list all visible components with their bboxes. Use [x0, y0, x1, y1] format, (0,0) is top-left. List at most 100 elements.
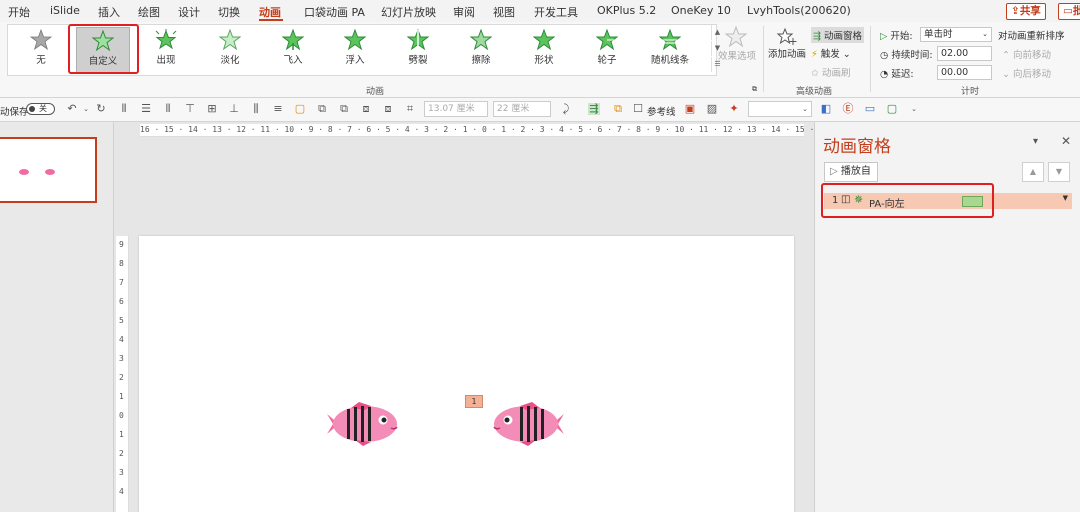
width-field[interactable]: 13.07 厘米 — [424, 101, 488, 117]
selection-pane-icon[interactable]: ⧉ — [612, 103, 624, 115]
anim-appear[interactable]: 出现 — [139, 27, 193, 73]
chevron-down-icon[interactable]: ⌄ — [80, 103, 92, 115]
close-icon[interactable]: ✕ — [1061, 134, 1071, 148]
fill-icon[interactable]: ▢ — [886, 103, 898, 115]
tab-design[interactable]: 设计 — [178, 4, 200, 20]
anim-split[interactable]: 劈裂 — [391, 27, 445, 73]
distribute-h-icon[interactable]: ⫼ — [250, 103, 262, 115]
comments-button[interactable]: ▭批 — [1058, 3, 1080, 20]
move-later-button[interactable]: ⌄ 向后移动 — [1002, 66, 1051, 80]
anim-wipe[interactable]: 擦除 — [454, 27, 508, 73]
group-advanced-label: 高级动画 — [796, 87, 833, 97]
palette-icon[interactable]: ◧ — [820, 103, 832, 115]
add-animation-button[interactable]: 添加动画 — [767, 28, 807, 60]
group-icon[interactable]: ⧉ — [316, 103, 328, 115]
anim-random-bars[interactable]: 随机线条 — [643, 27, 697, 73]
vruler-tick: 2 — [119, 449, 124, 458]
move-down-button[interactable]: ▼ — [1048, 162, 1070, 182]
anim-label: 浮入 — [345, 55, 365, 66]
height-field[interactable]: 22 厘米 — [493, 101, 551, 117]
delay-value: 00.00 — [941, 67, 969, 78]
align-middle-icon[interactable]: ⊞ — [206, 103, 218, 115]
highlight-animation-item — [821, 183, 994, 218]
tab-review[interactable]: 审阅 — [453, 4, 475, 20]
rectangle-icon[interactable]: ▢ — [294, 103, 306, 115]
play-icon: ▷ — [880, 31, 888, 42]
anim-wheel[interactable]: 轮子 — [580, 27, 634, 73]
start-select[interactable]: 单击时 ⌄ — [920, 27, 992, 42]
effect-options-label: 效果选项 — [718, 51, 757, 62]
anim-float-in[interactable]: 浮入 — [328, 27, 382, 73]
undo-icon[interactable]: ↶ — [66, 103, 78, 115]
star-gray-icon — [30, 29, 52, 51]
tab-animations[interactable]: 动画 — [259, 4, 281, 20]
duration-field[interactable]: 02.00 — [937, 46, 992, 61]
align-left-icon[interactable]: ⫴ — [118, 103, 130, 115]
ex-icon[interactable]: Ⓔ — [842, 103, 854, 115]
animation-painter-button[interactable]: ✩ 动画刷 — [811, 65, 851, 79]
image-icon[interactable]: ▨ — [706, 103, 718, 115]
tab-islide[interactable]: iSlide — [50, 4, 80, 17]
tab-home[interactable]: 开始 — [8, 4, 30, 20]
dialog-launcher-icon[interactable]: ⧉ — [752, 85, 757, 94]
trigger-button[interactable]: ⚡ 触发 ⌄ — [811, 46, 851, 60]
tab-transitions[interactable]: 切换 — [218, 4, 240, 20]
fish-left-icon[interactable] — [325, 400, 401, 448]
animation-pane-toggle-icon[interactable]: ⇶ — [588, 103, 600, 115]
customize-toolbar-icon[interactable]: ⌄ — [908, 103, 920, 115]
anim-fade[interactable]: 淡化 — [203, 27, 257, 73]
animation-pane-button[interactable]: ⇶ 动画窗格 — [811, 27, 865, 43]
thumbnail-fish-icon — [19, 169, 55, 175]
move-up-button[interactable]: ▲ — [1022, 162, 1044, 182]
tab-okplus[interactable]: OKPlus 5.2 — [597, 4, 656, 17]
tab-lvyhtools[interactable]: LvyhTools(200620) — [747, 4, 851, 17]
effect-options-button[interactable]: 效果选项 — [718, 24, 756, 74]
brand-logo-icon[interactable]: ✦ — [728, 103, 740, 115]
vruler-tick: 1 — [119, 392, 124, 401]
move-earlier-button[interactable]: ⌃ 向前移动 — [1002, 47, 1051, 61]
tab-pocket-animation[interactable]: 口袋动画 PA — [304, 4, 365, 20]
align-top-icon[interactable]: ⊤ — [184, 103, 196, 115]
play-from-button[interactable]: ▷ 播放自 — [824, 162, 878, 182]
font-select[interactable]: ⌄ — [748, 101, 812, 117]
tab-insert[interactable]: 插入 — [98, 4, 120, 20]
delay-label: ◔ 延迟: — [880, 69, 914, 80]
tab-draw[interactable]: 绘图 — [138, 4, 160, 20]
send-backward-icon[interactable]: ⧈ — [382, 103, 394, 115]
rotate-icon[interactable]: ⤸ — [560, 103, 572, 115]
chevron-down-icon[interactable]: ▼ — [1063, 194, 1068, 202]
redo-icon[interactable]: ↻ — [95, 103, 107, 115]
anim-shape[interactable]: 形状 — [517, 27, 571, 73]
duration-label: ◷ 持续时间: — [880, 50, 933, 61]
vruler-tick: 7 — [119, 278, 124, 287]
fish-right-icon[interactable] — [490, 400, 566, 448]
frame-icon[interactable]: ▣ — [684, 103, 696, 115]
tab-developer[interactable]: 开发工具 — [534, 4, 578, 20]
slide-thumbnail-1[interactable] — [0, 137, 97, 203]
crop-icon[interactable]: ⌗ — [404, 103, 416, 115]
distribute-v-icon[interactable]: ≡ — [272, 103, 284, 115]
align-right-icon[interactable]: ⫴ — [162, 103, 174, 115]
tab-slideshow[interactable]: 幻灯片放映 — [381, 4, 436, 20]
pane-options-chevron-icon[interactable]: ▾ — [1033, 136, 1038, 147]
anim-label: 随机线条 — [650, 55, 689, 66]
autosave-toggle[interactable]: 关 — [26, 103, 55, 115]
delay-field[interactable]: 00.00 — [937, 65, 992, 80]
ruler-icon[interactable]: ▭ — [864, 103, 876, 115]
anim-none[interactable]: 无 — [14, 27, 68, 73]
tab-onekey[interactable]: OneKey 10 — [671, 4, 731, 17]
ungroup-icon[interactable]: ⧉ — [338, 103, 350, 115]
tab-view[interactable]: 视图 — [493, 4, 515, 20]
slide[interactable] — [139, 236, 794, 512]
align-center-icon[interactable]: ☰ — [140, 103, 152, 115]
pane-title: 动画窗格 — [823, 137, 891, 157]
share-label: 共享 — [1019, 5, 1041, 17]
active-tab-indicator — [259, 19, 283, 21]
bring-forward-icon[interactable]: ⧈ — [360, 103, 372, 115]
share-button[interactable]: ⇪共享 — [1006, 3, 1046, 20]
animation-order-tag[interactable]: 1 — [465, 395, 483, 408]
anim-fly-in[interactable]: 飞入 — [266, 27, 320, 73]
guides-checkbox[interactable]: ☐ — [632, 103, 644, 115]
delay-clock-icon: ◔ — [880, 69, 889, 80]
align-bottom-icon[interactable]: ⊥ — [228, 103, 240, 115]
